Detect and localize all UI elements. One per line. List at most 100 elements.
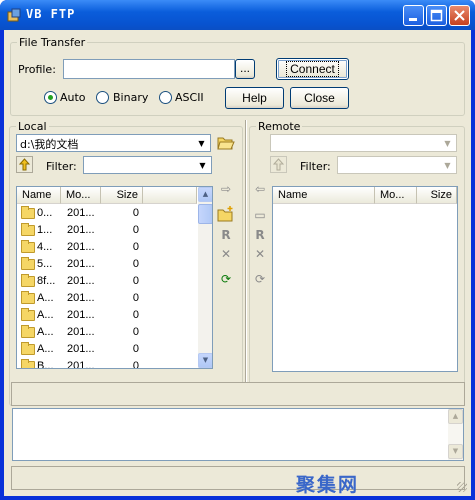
chevron-down-icon: ▼ [199,161,206,170]
client-area: File Transfer Profile: ... Connect Auto … [4,30,471,496]
folder-icon [21,223,35,236]
minimize-icon [409,18,417,21]
local-file-list[interactable]: Name Mo... Size 0... 201... 0 1... 201... 0 4.… [16,186,213,369]
remote-file-list[interactable]: Name Mo... Size [272,186,458,372]
download-arrow-icon[interactable]: ⇦ [250,180,270,198]
profile-field[interactable] [63,59,235,79]
close-button[interactable]: Close [290,87,349,109]
table-row[interactable]: 5... 201... 0 [17,256,197,273]
remote-refresh-icon[interactable]: ⟳ [250,270,270,288]
remote-legend: Remote [258,120,301,133]
remote-col-size[interactable]: Size [417,187,457,204]
row-size: 0 [132,292,139,304]
log-textarea[interactable]: ▲ ▼ [12,408,464,461]
folder-icon [21,342,35,355]
folder-icon [21,206,35,219]
row-size: 0 [132,224,139,236]
scroll-thumb[interactable] [198,204,212,224]
open-folder-icon[interactable] [217,134,235,150]
mode-auto-radio[interactable] [44,91,57,104]
row-name: 0... [37,207,53,219]
vertical-splitter[interactable] [245,120,247,404]
row-name: A... [37,309,54,321]
remote-rename-icon[interactable]: R [250,226,270,244]
local-filter-label: Filter: [46,160,77,173]
row-name: A... [37,292,54,304]
row-size: 0 [132,207,139,219]
scroll-up-icon[interactable]: ▲ [198,187,212,202]
row-modified: 201... [67,258,95,270]
table-row[interactable]: 1... 201... 0 [17,222,197,239]
row-modified: 201... [67,360,95,369]
scroll-up-icon[interactable]: ▲ [448,409,463,424]
help-button[interactable]: Help [225,87,284,109]
mode-binary-radio[interactable] [96,91,109,104]
refresh-icon[interactable]: ⟳ [216,270,236,288]
local-col-name[interactable]: Name [17,187,61,204]
window-title: VB FTP [26,7,76,21]
table-row[interactable]: 8f... 201... 0 [17,273,197,290]
row-name: A... [37,326,54,338]
browse-profile-button[interactable]: ... [235,59,255,79]
row-size: 0 [132,258,139,270]
row-size: 0 [132,343,139,355]
delete-icon[interactable]: ✕ [216,245,236,263]
upload-arrow-icon[interactable]: ⇨ [216,180,236,198]
new-folder-glyph [217,206,233,222]
local-up-folder-icon[interactable] [16,156,33,173]
mode-auto-label: Auto [60,91,86,104]
resize-grip[interactable] [457,482,467,492]
row-name: 8f... [37,275,56,287]
remote-filter-combo[interactable]: ▼ [337,156,457,174]
folder-icon [21,308,35,321]
table-row[interactable]: 0... 201... 0 [17,205,197,222]
local-scrollbar[interactable]: ▲ ▼ [198,187,212,368]
table-row[interactable]: A... 201... 0 [17,324,197,341]
title-bar[interactable]: VB FTP [0,0,475,30]
local-path-combo[interactable]: d:\我的文档 ▼ [16,134,211,152]
row-modified: 201... [67,224,95,236]
local-col-modified[interactable]: Mo... [61,187,101,204]
local-filter-combo[interactable]: ▼ [83,156,212,174]
mode-binary-label: Binary [113,91,149,104]
chevron-down-icon: ▼ [444,139,451,148]
folder-icon [21,257,35,270]
connect-button[interactable]: Connect [276,58,349,80]
remote-col-modified[interactable]: Mo... [375,187,417,204]
scroll-down-icon[interactable]: ▼ [198,353,212,368]
row-modified: 201... [67,207,95,219]
table-row[interactable]: A... 201... 0 [17,290,197,307]
log-scrollbar[interactable]: ▲ ▼ [448,409,463,460]
profile-label: Profile: [18,63,56,76]
row-name: 1... [37,224,53,236]
local-col-size[interactable]: Size [101,187,143,204]
remote-delete-icon[interactable]: ✕ [250,245,270,263]
connect-label: Connect [286,61,339,77]
minimize-button[interactable] [403,5,424,26]
close-window-button[interactable] [449,5,470,26]
row-size: 0 [132,360,139,369]
row-name: A... [37,343,54,355]
rename-icon[interactable]: R [216,226,236,244]
table-row[interactable]: B... 201... 0 [17,358,197,369]
local-col-spacer [143,187,197,204]
table-row[interactable]: A... 201... 0 [17,307,197,324]
remote-new-folder-icon[interactable]: ▭ [250,206,270,224]
folder-icon [21,325,35,338]
remote-path-combo[interactable]: ▼ [270,134,457,152]
file-transfer-legend: File Transfer [19,36,86,49]
remote-up-folder-icon[interactable] [270,156,287,173]
maximize-button[interactable] [426,5,447,26]
remote-filter-label: Filter: [300,160,331,173]
remote-col-name[interactable]: Name [273,187,375,204]
folder-icon [21,240,35,253]
mode-ascii-radio[interactable] [159,91,172,104]
table-row[interactable]: 4... 201... 0 [17,239,197,256]
row-name: 5... [37,258,53,270]
bottom-status-bar [11,466,465,490]
new-folder-icon[interactable] [216,206,236,224]
scroll-down-icon[interactable]: ▼ [448,444,463,459]
app-window: VB FTP File Transfer Profile: ... Connec… [0,0,475,500]
maximize-icon [430,9,443,22]
table-row[interactable]: A... 201... 0 [17,341,197,358]
